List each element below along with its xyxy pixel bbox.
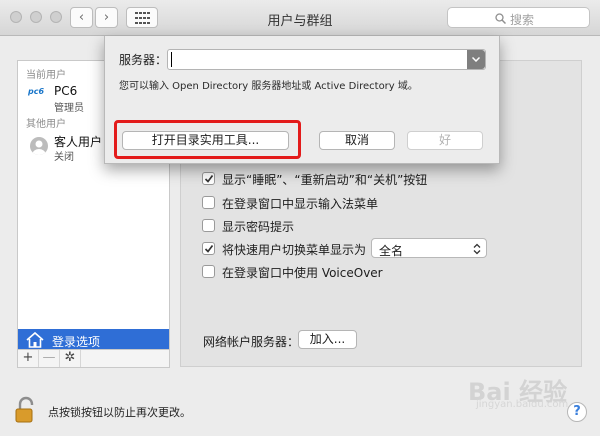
show-all-button[interactable] (126, 7, 158, 28)
ok-button[interactable]: 好 (407, 131, 483, 150)
add-user-button[interactable]: + (18, 350, 39, 367)
network-server-label: 网络帐户服务器： (203, 335, 300, 349)
minimize-window-button[interactable] (30, 11, 42, 23)
option-label: 将快速用户切换菜单显示为 (222, 243, 367, 257)
user-status: 关闭 (54, 152, 74, 163)
fast-switch-select[interactable]: 全名 (371, 238, 487, 258)
user-name: PC6 (54, 84, 78, 98)
checkbox[interactable] (202, 196, 215, 209)
server-label: 服务器： (119, 53, 168, 67)
forward-button[interactable]: › (95, 7, 118, 28)
checkbox[interactable] (202, 242, 215, 255)
user-role: 管理员 (54, 103, 84, 114)
chevron-updown-icon (473, 243, 481, 255)
login-options-item[interactable]: 登录选项 (18, 329, 169, 350)
lock-icon[interactable] (14, 396, 38, 424)
house-icon (26, 331, 44, 348)
search-placeholder: 搜索 (510, 13, 535, 27)
checkbox[interactable] (202, 172, 215, 185)
chevron-down-icon[interactable] (467, 50, 485, 69)
lock-hint: 点按锁按钮以防止再次更改。 (48, 406, 191, 419)
search-icon (495, 13, 506, 24)
grid-icon (135, 12, 150, 24)
back-button[interactable]: ‹ (70, 7, 93, 28)
select-value: 全名 (379, 244, 404, 258)
help-button[interactable]: ? (567, 402, 587, 422)
user-logo: pc6 (28, 87, 45, 96)
server-hint: 您可以输入 Open Directory 服务器地址或 Active Direc… (119, 81, 418, 92)
window-title: 用户与群组 (267, 14, 333, 29)
close-window-button[interactable] (10, 11, 22, 23)
title-bar: ‹ › 用户与群组 搜索 (0, 0, 600, 36)
server-sheet: 服务器： 您可以输入 Open Directory 服务器地址或 Active … (104, 36, 500, 164)
gear-icon[interactable]: ✲ (60, 350, 81, 367)
zoom-window-button[interactable] (50, 11, 62, 23)
current-users-header: 当前用户 (26, 70, 66, 81)
other-users-header: 其他用户 (26, 119, 66, 130)
remove-user-button[interactable]: — (39, 350, 60, 367)
sidebar-toolbar: + — ✲ (17, 349, 170, 368)
avatar-icon (30, 137, 48, 155)
open-directory-utility-button[interactable]: 打开目录实用工具... (122, 131, 289, 150)
watermark-url: jingyan.baidu.com (476, 399, 569, 410)
join-button[interactable]: 加入... (298, 330, 357, 349)
login-options-label: 登录选项 (52, 335, 101, 349)
search-field[interactable]: 搜索 (447, 7, 590, 28)
option-label: 显示密码提示 (222, 220, 295, 234)
option-label: 在登录窗口中显示输入法菜单 (222, 197, 379, 211)
text-caret (171, 52, 172, 67)
checkbox[interactable] (202, 219, 215, 232)
cancel-button[interactable]: 取消 (319, 131, 395, 150)
option-label: 显示“睡眠”、“重新启动”和“关机”按钮 (222, 173, 428, 187)
server-combobox[interactable] (167, 49, 486, 70)
option-label: 在登录窗口中使用 VoiceOver (222, 266, 383, 280)
checkbox[interactable] (202, 265, 215, 278)
